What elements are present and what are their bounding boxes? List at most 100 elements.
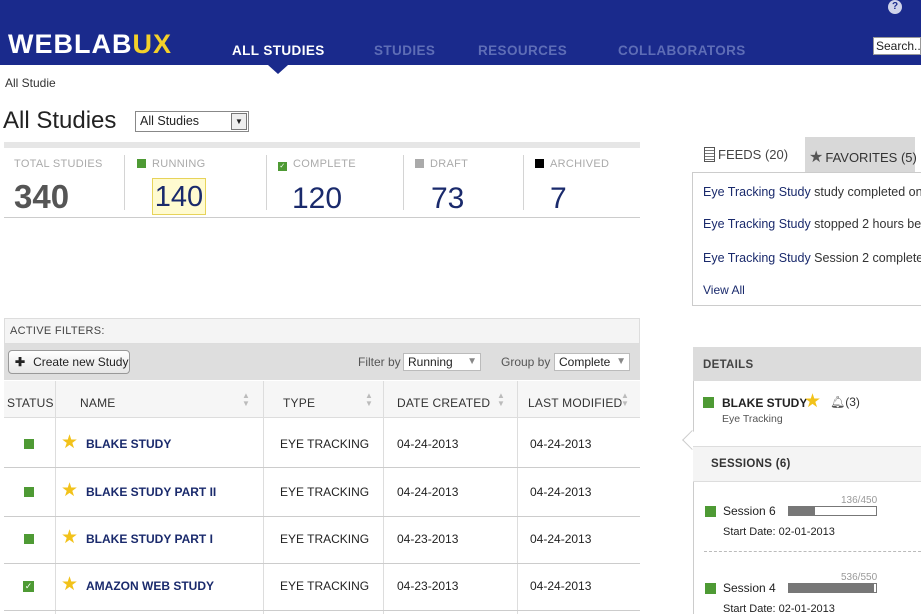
nav-studies[interactable]: STUDIES xyxy=(374,43,435,58)
stats-divider xyxy=(4,217,640,218)
session-progress-fill xyxy=(789,507,816,515)
feed-text: Session 2 completed xyxy=(810,251,921,265)
session-name[interactable]: Session 4 xyxy=(723,581,776,595)
column-header-last-modified[interactable]: LAST MODIFIED xyxy=(528,396,622,410)
favorite-star-icon[interactable]: ★ xyxy=(61,433,78,452)
nav-resources[interactable]: RESOURCES xyxy=(478,43,567,58)
details-study-name[interactable]: BLAKE STUDY xyxy=(722,396,807,410)
running-status-icon xyxy=(705,506,716,517)
feed-link[interactable]: Eye Tracking Study xyxy=(703,251,811,265)
start-date-value: 02-01-2013 xyxy=(778,603,835,615)
feed-link[interactable]: Eye Tracking Study xyxy=(703,217,811,231)
tab-favorites[interactable]: ★ FAVORITES (5) xyxy=(805,137,917,172)
stat-complete-text: COMPLETE xyxy=(293,158,356,170)
create-study-button[interactable]: ✚ Create new Study xyxy=(8,350,130,374)
breadcrumb[interactable]: All Studie xyxy=(5,76,56,90)
stat-draft-value[interactable]: 73 xyxy=(431,182,464,216)
running-status-icon xyxy=(24,439,34,449)
favorite-star-icon[interactable]: ★ xyxy=(61,528,78,547)
document-icon xyxy=(704,147,715,162)
study-name-link[interactable]: BLAKE STUDY PART I xyxy=(86,532,213,546)
tab-feeds-label: FEEDS (20) xyxy=(718,147,789,162)
session-start-date: Start Date: 02-01-2013 xyxy=(723,526,835,538)
feed-item[interactable]: Eye Tracking Study stopped 2 hours befo xyxy=(703,217,921,231)
favorite-star-icon[interactable]: ★ xyxy=(61,575,78,594)
favorite-star-icon[interactable]: ★ xyxy=(804,392,821,411)
feed-text: study completed on t xyxy=(810,185,921,199)
stat-total-label: TOTAL STUDIES xyxy=(14,158,103,170)
column-divider xyxy=(517,381,518,614)
sort-icon[interactable]: ▲ ▼ xyxy=(621,392,629,408)
stat-draft-text: DRAFT xyxy=(430,158,469,170)
filter-by-select[interactable]: Running ▼ xyxy=(403,353,481,371)
group-by-select[interactable]: Complete ▼ xyxy=(554,353,630,371)
help-icon[interactable]: ? xyxy=(888,0,902,14)
tab-feeds[interactable]: FEEDS (20) xyxy=(702,140,799,170)
chevron-down-icon: ▼ xyxy=(467,356,477,367)
last-modified: 04-24-2013 xyxy=(530,437,592,451)
nav-all-studies[interactable]: ALL STUDIES xyxy=(232,43,325,58)
study-name-link[interactable]: BLAKE STUDY xyxy=(86,437,171,451)
start-date-value: 02-01-2013 xyxy=(778,526,835,538)
favorite-star-icon[interactable]: ★ xyxy=(61,481,78,500)
stat-divider xyxy=(403,155,404,210)
sort-icon[interactable]: ▲ ▼ xyxy=(242,392,250,408)
stat-running-label[interactable]: RUNNING xyxy=(137,158,205,170)
last-modified: 04-24-2013 xyxy=(530,532,592,546)
weblabux-logo[interactable]: WEBLABUX xyxy=(8,29,172,60)
stat-running-text: RUNNING xyxy=(152,158,206,170)
column-header-name[interactable]: NAME xyxy=(80,396,115,410)
feed-item[interactable]: Eye Tracking Study study completed on t xyxy=(703,185,921,199)
stat-divider xyxy=(124,155,125,210)
study-name-link[interactable]: BLAKE STUDY PART II xyxy=(86,485,216,499)
start-date-label: Start Date: xyxy=(723,526,776,538)
star-icon: ★ xyxy=(809,149,824,166)
nav-collaborators[interactable]: COLLABORATORS xyxy=(618,43,746,58)
column-divider xyxy=(263,381,264,614)
last-modified: 04-24-2013 xyxy=(530,579,592,593)
search-input[interactable]: Search... xyxy=(873,37,921,55)
chevron-down-icon[interactable]: ▼ xyxy=(231,113,247,130)
view-all-link[interactable]: View All xyxy=(703,283,921,297)
sessions-label: SESSIONS xyxy=(711,458,773,470)
sessions-count: (6) xyxy=(775,458,791,470)
study-name-link[interactable]: AMAZON WEB STUDY xyxy=(86,579,214,593)
stat-archived-label[interactable]: ARCHIVED xyxy=(535,158,609,170)
studies-filter-select[interactable]: All Studies ▼ xyxy=(135,111,249,132)
date-created: 04-23-2013 xyxy=(397,532,459,546)
date-created: 04-23-2013 xyxy=(397,579,459,593)
filter-by-label: Filter by xyxy=(358,355,401,369)
complete-check-icon: ✓ xyxy=(23,581,34,592)
sort-icon[interactable]: ▲ ▼ xyxy=(365,392,373,408)
session-name[interactable]: Session 6 xyxy=(723,504,776,518)
column-header-type[interactable]: TYPE xyxy=(283,396,315,410)
feed-item[interactable]: Eye Tracking Study Session 2 completed xyxy=(703,251,921,265)
date-created: 04-24-2013 xyxy=(397,485,459,499)
stat-draft-label[interactable]: DRAFT xyxy=(415,158,468,170)
sort-icon[interactable]: ▲ ▼ xyxy=(497,392,505,408)
draft-status-icon xyxy=(415,159,424,168)
stat-divider xyxy=(523,155,524,210)
study-type: EYE TRACKING xyxy=(280,532,370,546)
row-divider xyxy=(4,563,640,564)
group-by-label: Group by xyxy=(501,355,551,369)
study-type: EYE TRACKING xyxy=(280,485,370,499)
alerts-indicator[interactable]: 🔔︎(3) xyxy=(830,395,860,409)
study-type: EYE TRACKING xyxy=(280,579,370,593)
sessions-header: SESSIONS (6) xyxy=(693,446,921,482)
complete-check-icon: ✓ xyxy=(278,162,287,171)
feed-link[interactable]: Eye Tracking Study xyxy=(703,185,811,199)
session-progress-bar xyxy=(788,583,877,593)
column-header-date-created[interactable]: DATE CREATED xyxy=(397,396,490,410)
column-header-status[interactable]: STATUS xyxy=(7,396,54,410)
stat-archived-value[interactable]: 7 xyxy=(550,182,567,216)
stat-running-value[interactable]: 140 xyxy=(152,178,206,215)
running-status-icon xyxy=(24,534,34,544)
create-study-label: Create new Study xyxy=(33,355,129,369)
stat-complete-label[interactable]: ✓ COMPLETE xyxy=(278,158,356,171)
stat-complete-value[interactable]: 120 xyxy=(292,182,342,216)
session-progress-fill xyxy=(789,584,874,592)
active-nav-indicator xyxy=(268,65,288,74)
details-study-type: Eye Tracking xyxy=(722,413,783,425)
tab-favorites-label: FAVORITES (5) xyxy=(825,150,917,165)
